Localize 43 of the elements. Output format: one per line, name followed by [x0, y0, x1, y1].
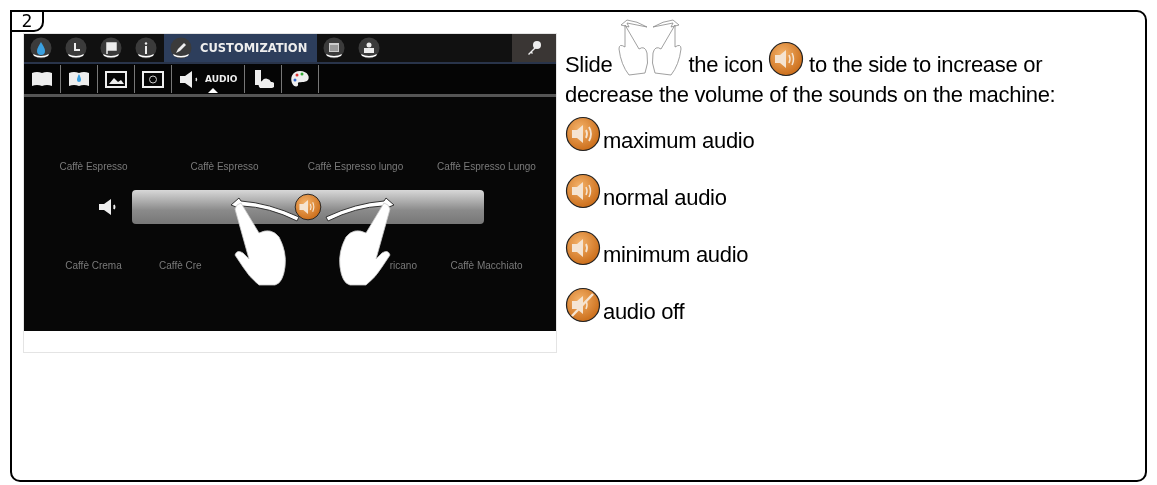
speaker-icon — [768, 41, 805, 77]
legend-label: audio off — [603, 301, 685, 323]
instruction-text: Slide — [565, 53, 613, 77]
legend-label: normal audio — [603, 187, 727, 209]
muted-speaker-icon — [565, 287, 601, 323]
volume-slider[interactable] — [132, 190, 484, 224]
settings-button[interactable] — [512, 34, 556, 62]
pencil-icon — [170, 37, 192, 59]
drop-icon — [30, 37, 52, 59]
calendar-icon — [323, 37, 346, 59]
person-icon — [358, 37, 381, 59]
legend-label: maximum audio — [603, 130, 755, 152]
flag-icon — [100, 37, 122, 59]
product-label: Caffè Espresso — [58, 161, 129, 172]
sub-tab[interactable]: AUDIO — [172, 65, 246, 93]
palette-icon — [289, 69, 312, 89]
speaker-icon — [565, 116, 601, 152]
key-icon — [526, 40, 542, 56]
usb-cloud-icon — [252, 69, 275, 89]
instruction-text: the icon — [688, 53, 764, 77]
picture-icon — [105, 69, 127, 89]
nav-tab[interactable]: CUSTOMIZATION — [164, 34, 318, 62]
clock-icon — [65, 37, 87, 59]
screen-icon — [142, 69, 164, 89]
slider-thumb[interactable] — [294, 193, 322, 221]
product-label: Caffè Espresso lungo — [306, 161, 405, 172]
info-icon — [135, 37, 157, 59]
speaker-icon — [565, 173, 601, 209]
legend-label: minimum audio — [603, 244, 749, 266]
instruction-text: to the side to increase or — [809, 53, 1043, 77]
swipe-hands-icon — [617, 19, 684, 77]
speaker-icon — [565, 230, 601, 266]
book-icon — [68, 69, 90, 89]
product-label: Caffè Espresso Lungo — [436, 161, 537, 172]
product-label: ricano — [388, 260, 418, 271]
step-number: 2 — [10, 10, 44, 32]
product-label: Caffè Crema — [64, 260, 123, 271]
book-icon — [31, 69, 53, 89]
product-label: Caffè Espresso — [189, 161, 260, 172]
product-label: Caffè Macchiato — [449, 260, 524, 271]
product-label: Caffè Cre — [159, 260, 203, 271]
speaker-icon — [98, 197, 118, 217]
instruction-text: decrease the volume of the sounds on the machine: — [565, 83, 1057, 107]
